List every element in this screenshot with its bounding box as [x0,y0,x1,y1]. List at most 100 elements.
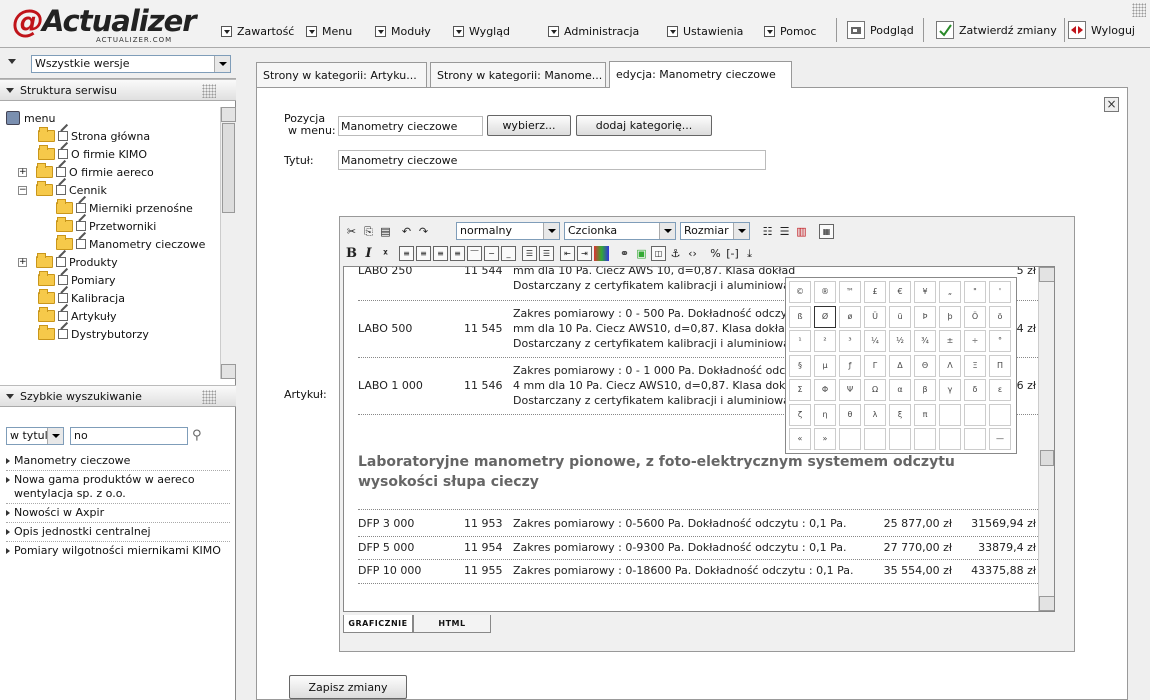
char-cell[interactable]: ¹ [789,330,811,352]
color-icon[interactable] [594,245,609,261]
scroll-thumb[interactable] [1040,450,1054,466]
grip-handle[interactable] [202,84,216,98]
tree-scrollbar[interactable] [220,107,236,379]
char-cell[interactable]: η [814,403,836,426]
char-cell[interactable]: € [889,281,911,303]
tree-item-o-firmie-aereco[interactable]: + O firmie aereco [18,163,154,181]
char-cell[interactable]: © [789,281,811,303]
char-cell[interactable]: ³ [839,330,861,352]
char-cell[interactable]: Γ [864,354,886,377]
tab-manometry[interactable]: Strony w kategorii: Manome... [430,62,606,87]
char-cell[interactable]: ø [839,305,861,328]
collapse-icon[interactable]: − [18,185,27,195]
char-cell[interactable]: β [914,379,936,401]
char-cell[interactable]: ξ [889,403,911,426]
char-cell[interactable]: " [964,281,986,303]
char-cell[interactable]: ö [989,305,1011,328]
tree-item-o-firmie-kimo[interactable]: O firmie KIMO [38,145,147,163]
expand-icon[interactable]: + [18,257,27,267]
tree-item-pomiary[interactable]: Pomiary [38,271,116,289]
tree-item-kalibracja[interactable]: Kalibracja [38,289,125,307]
paste-icon[interactable]: ▤ [378,224,393,239]
bold-icon[interactable]: B [344,246,359,261]
char-cell[interactable]: ß [789,305,811,328]
undo-icon[interactable]: ↶ [399,224,414,239]
justify-icon[interactable]: ≡ [450,245,465,261]
brackets-icon[interactable]: [-] [725,246,740,261]
char-cell[interactable]: ε [989,379,1011,401]
tree-item-cennik[interactable]: − Cennik [18,181,107,199]
valign-bottom-icon[interactable]: _ [501,245,516,261]
char-cell[interactable]: δ [964,379,986,401]
char-cell[interactable]: Φ [814,379,836,401]
redo-icon[interactable]: ↷ [416,224,431,239]
char-cell[interactable]: µ [814,354,836,377]
char-cell[interactable]: ° [989,330,1011,352]
char-cell[interactable]: θ [839,403,861,426]
char-cell[interactable]: « [789,428,811,450]
char-cell[interactable]: ² [814,330,836,352]
preview-button[interactable]: Podgląd [847,19,917,41]
tree-item-mierniki[interactable]: Mierniki przenośne [56,199,193,217]
tree-item-artykuly[interactable]: Artykuły [38,307,117,325]
char-cell[interactable]: þ [939,305,961,328]
grip-handle[interactable] [1132,3,1146,17]
link-icon[interactable]: ⚭ [617,246,632,261]
char-cell[interactable]: Ω [864,379,886,401]
tab-edit[interactable]: edycja: Manometry cieczowe [609,61,792,88]
char-cell[interactable]: § [789,354,811,377]
flash-icon[interactable]: ◫ [651,245,666,261]
align-center-icon[interactable]: ≡ [416,245,431,261]
version-select[interactable]: Wszystkie wersje [31,55,231,73]
format-select[interactable]: normalny [456,222,560,240]
menu-ustawienia[interactable]: Ustawienia [667,23,743,39]
close-icon[interactable]: × [1104,97,1119,112]
quick-search-header[interactable]: Szybkie wyszukiwanie [0,385,236,407]
char-cell[interactable]: ζ [789,403,811,426]
char-cell[interactable]: Ψ [839,379,861,401]
image-icon[interactable]: ▣ [634,246,649,261]
menu-zawartosc[interactable]: Zawartość [221,23,294,39]
char-cell[interactable] [889,428,911,450]
char-cell[interactable]: Ø [814,305,836,328]
add-category-button[interactable]: dodaj kategorię... [576,115,712,136]
char-cell[interactable]: ü [889,305,911,328]
tree-item-przetworniki[interactable]: Przetworniki [56,217,156,235]
outdent-icon[interactable]: ⇤ [560,245,575,261]
result-link[interactable]: Manometry cieczowe [6,452,230,471]
source-icon[interactable]: ▦ [819,223,834,239]
collapse-icon[interactable] [8,59,16,64]
char-cell[interactable]: π [914,403,936,426]
font-select[interactable]: Czcionka [564,222,676,240]
result-link[interactable]: Opis jednostki centralnej [6,523,230,542]
char-cell[interactable]: Ü [864,305,886,328]
document-scrollbar[interactable] [1038,267,1054,611]
search-input[interactable]: no [70,427,188,445]
html-tag-icon[interactable]: ‹› [685,246,700,261]
approve-button[interactable]: Zatwierdź zmiany [936,19,1060,41]
char-cell[interactable]: ® [814,281,836,303]
char-cell[interactable]: λ [864,403,886,426]
tree-item-manometry[interactable]: Manometry cieczowe [56,235,205,253]
table-insert-icon[interactable]: ☷ [760,224,775,239]
char-cell[interactable]: ¥ [914,281,936,303]
char-cell[interactable]: Σ [789,379,811,401]
tab-artykuly[interactable]: Strony w kategorii: Artyku... [256,62,427,87]
char-cell[interactable]: £ [864,281,886,303]
position-field[interactable]: Manometry cieczowe [338,116,483,136]
cut-icon[interactable]: ✂ [344,224,359,239]
tree-item-strona-glowna[interactable]: Strona główna [38,127,150,145]
logout-button[interactable]: Wyloguj [1068,19,1138,41]
menu-menu[interactable]: Menu [306,23,352,39]
special-char-icon[interactable]: % [708,246,723,261]
menu-wyglad[interactable]: Wygląd [453,23,510,39]
char-cell[interactable] [939,403,961,426]
scroll-down-icon[interactable] [1039,596,1054,611]
char-cell[interactable]: ' [989,281,1011,303]
char-cell[interactable]: ± [939,330,961,352]
char-cell[interactable]: ½ [889,330,911,352]
valign-middle-icon[interactable]: − [484,245,499,261]
anchor-icon[interactable]: ⚓ [668,246,683,261]
align-right-icon[interactable]: ≡ [433,245,448,261]
unordered-list-icon[interactable]: ☰ [539,245,554,261]
